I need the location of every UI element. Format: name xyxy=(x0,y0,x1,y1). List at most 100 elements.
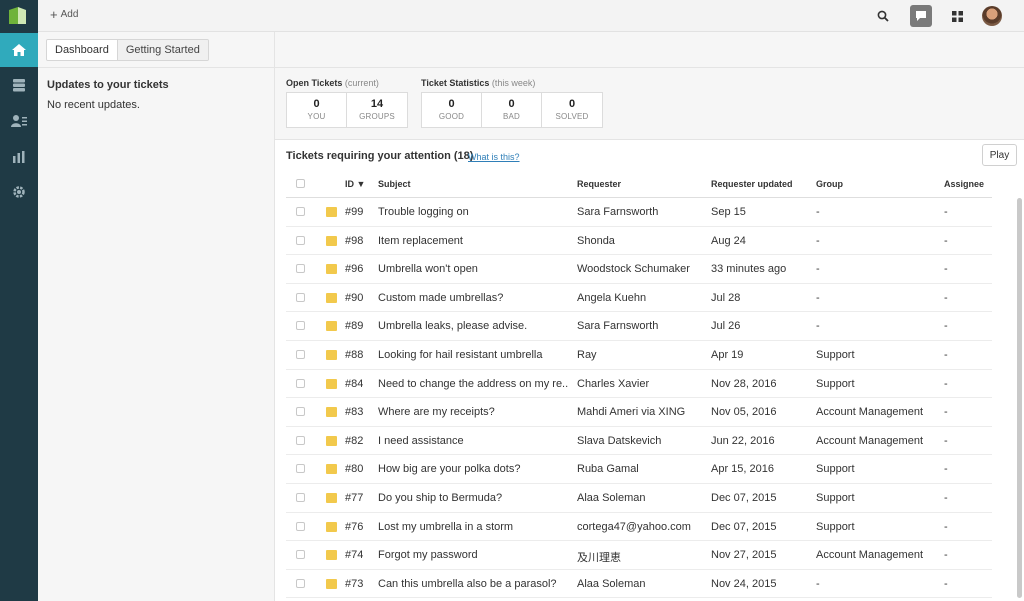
row-checkbox[interactable] xyxy=(296,292,305,302)
row-checkbox[interactable] xyxy=(296,207,305,216)
row-checkbox[interactable] xyxy=(296,378,305,388)
col-requester[interactable]: Requester xyxy=(577,179,621,189)
ticket-id: #98 xyxy=(345,234,364,247)
stat-you[interactable]: 0 YOU xyxy=(287,93,347,127)
ticket-requester[interactable]: Ray xyxy=(577,349,705,361)
stat-solved[interactable]: 0 SOLVED xyxy=(542,93,602,127)
ticket-requester[interactable]: Shonda xyxy=(577,235,705,247)
nav-customers[interactable] xyxy=(0,104,38,138)
zendesk-logo-icon[interactable] xyxy=(6,4,30,26)
ticket-assignee: - xyxy=(944,549,948,562)
ticket-subject[interactable]: Trouble logging on xyxy=(378,206,568,218)
stat-good[interactable]: 0 GOOD xyxy=(422,93,482,127)
row-checkbox[interactable] xyxy=(296,578,305,588)
ticket-subject[interactable]: Can this umbrella also be a parasol? xyxy=(378,578,568,590)
nav-reporting[interactable] xyxy=(0,140,38,174)
ticket-requester[interactable]: cortega47@yahoo.com xyxy=(577,521,705,533)
add-button[interactable]: + Add xyxy=(50,8,78,21)
row-checkbox[interactable] xyxy=(296,349,305,359)
col-subject[interactable]: Subject xyxy=(378,179,411,189)
col-requester-updated[interactable]: Requester updated xyxy=(711,179,793,189)
table-row[interactable]: #73 Can this umbrella also be a parasol?… xyxy=(286,570,992,599)
row-checkbox[interactable] xyxy=(296,435,305,445)
row-checkbox[interactable] xyxy=(296,492,305,502)
table-row[interactable]: #80 How big are your polka dots? Ruba Ga… xyxy=(286,455,992,484)
row-checkbox[interactable] xyxy=(296,407,305,417)
table-row[interactable]: #99 Trouble logging on Sara Farnsworth S… xyxy=(286,198,992,227)
table-row[interactable]: #96 Umbrella won't open Woodstock Schuma… xyxy=(286,255,992,284)
row-checkbox[interactable] xyxy=(296,521,305,531)
ticket-requester[interactable]: Mahdi Ameri via XING xyxy=(577,406,705,418)
table-header: ID ▼ Subject Requester Requester updated… xyxy=(286,170,992,198)
ticket-requester[interactable]: Angela Kuehn xyxy=(577,292,705,304)
ticket-requester[interactable]: Sara Farnsworth xyxy=(577,206,705,218)
col-assignee[interactable]: Assignee xyxy=(944,179,984,189)
tab-getting-started[interactable]: Getting Started xyxy=(117,40,208,60)
row-checkbox[interactable] xyxy=(296,550,305,560)
table-row[interactable]: #90 Custom made umbrellas? Angela Kuehn … xyxy=(286,284,992,313)
ticket-requester[interactable]: Ruba Gamal xyxy=(577,463,705,475)
ticket-statistics: Ticket Statistics (this week) 0 GOOD 0 B… xyxy=(421,78,603,128)
table-row[interactable]: #83 Where are my receipts? Mahdi Ameri v… xyxy=(286,398,992,427)
ticket-requester[interactable]: Woodstock Schumaker xyxy=(577,263,705,275)
user-avatar[interactable] xyxy=(982,6,1002,26)
ticket-subject[interactable]: Do you ship to Bermuda? xyxy=(378,492,568,504)
priority-flag-icon xyxy=(326,435,337,446)
ticket-subject[interactable]: Need to change the address on my re... xyxy=(378,378,568,390)
table-row[interactable]: #84 Need to change the address on my re.… xyxy=(286,370,992,399)
ticket-subject[interactable]: Item replacement xyxy=(378,235,568,247)
priority-flag-icon xyxy=(326,378,337,389)
apps-grid-icon[interactable] xyxy=(946,5,968,27)
priority-flag-icon xyxy=(326,264,337,275)
search-icon[interactable] xyxy=(872,5,894,27)
ticket-requester[interactable]: 及川理恵 xyxy=(577,549,705,565)
table-row[interactable]: #89 Umbrella leaks, please advise. Sara … xyxy=(286,312,992,341)
ticket-requester[interactable]: Alaa Soleman xyxy=(577,492,705,504)
col-id[interactable]: ID ▼ xyxy=(345,179,365,189)
ticket-requester[interactable]: Alaa Soleman xyxy=(577,578,705,590)
ticket-subject[interactable]: Umbrella won't open xyxy=(378,263,568,275)
ticket-requester[interactable]: Sara Farnsworth xyxy=(577,320,705,332)
ticket-id: #89 xyxy=(345,320,364,333)
what-is-this-link[interactable]: What is this? xyxy=(468,152,520,162)
col-group[interactable]: Group xyxy=(816,179,843,189)
table-row[interactable]: #77 Do you ship to Bermuda? Alaa Soleman… xyxy=(286,484,992,513)
play-button[interactable]: Play xyxy=(982,144,1017,166)
nav-home[interactable] xyxy=(0,33,38,67)
stat-groups[interactable]: 14 GROUPS xyxy=(347,93,407,127)
ticket-group: Account Management xyxy=(816,549,924,562)
table-row[interactable]: #74 Forgot my password 及川理恵 Nov 27, 2015… xyxy=(286,541,992,570)
ticket-subject[interactable]: Where are my receipts? xyxy=(378,406,568,418)
row-checkbox[interactable] xyxy=(296,464,305,474)
table-scrollbar[interactable] xyxy=(1017,198,1022,598)
customers-icon xyxy=(11,114,27,128)
table-row[interactable]: #76 Lost my umbrella in a storm cortega4… xyxy=(286,513,992,542)
table-row[interactable]: #88 Looking for hail resistant umbrella … xyxy=(286,341,992,370)
ticket-assignee: - xyxy=(944,377,948,390)
table-row[interactable]: #98 Item replacement Shonda Aug 24 - - xyxy=(286,227,992,256)
chat-icon[interactable] xyxy=(910,5,932,27)
row-checkbox[interactable] xyxy=(296,264,305,274)
ticket-id: #96 xyxy=(345,263,364,276)
tab-dashboard[interactable]: Dashboard xyxy=(47,40,118,60)
ticket-subject[interactable]: Umbrella leaks, please advise. xyxy=(378,320,568,332)
nav-admin[interactable] xyxy=(0,175,38,209)
priority-flag-icon xyxy=(326,235,337,246)
ticket-group: Support xyxy=(816,348,855,361)
ticket-subject[interactable]: Custom made umbrellas? xyxy=(378,292,568,304)
ticket-subject[interactable]: Lost my umbrella in a storm xyxy=(378,521,568,533)
stat-bad[interactable]: 0 BAD xyxy=(482,93,542,127)
updates-empty-text: No recent updates. xyxy=(47,99,140,111)
ticket-requester[interactable]: Slava Datskevich xyxy=(577,435,705,447)
ticket-updated: Nov 28, 2016 xyxy=(711,377,777,390)
row-checkbox[interactable] xyxy=(296,321,305,331)
ticket-subject[interactable]: Looking for hail resistant umbrella xyxy=(378,349,568,361)
ticket-requester[interactable]: Charles Xavier xyxy=(577,378,705,390)
ticket-subject[interactable]: Forgot my password xyxy=(378,549,568,561)
row-checkbox[interactable] xyxy=(296,235,305,245)
ticket-subject[interactable]: How big are your polka dots? xyxy=(378,463,568,475)
nav-views[interactable] xyxy=(0,68,38,102)
table-row[interactable]: #82 I need assistance Slava Datskevich J… xyxy=(286,427,992,456)
ticket-subject[interactable]: I need assistance xyxy=(378,435,568,447)
select-all-checkbox[interactable] xyxy=(296,179,305,188)
